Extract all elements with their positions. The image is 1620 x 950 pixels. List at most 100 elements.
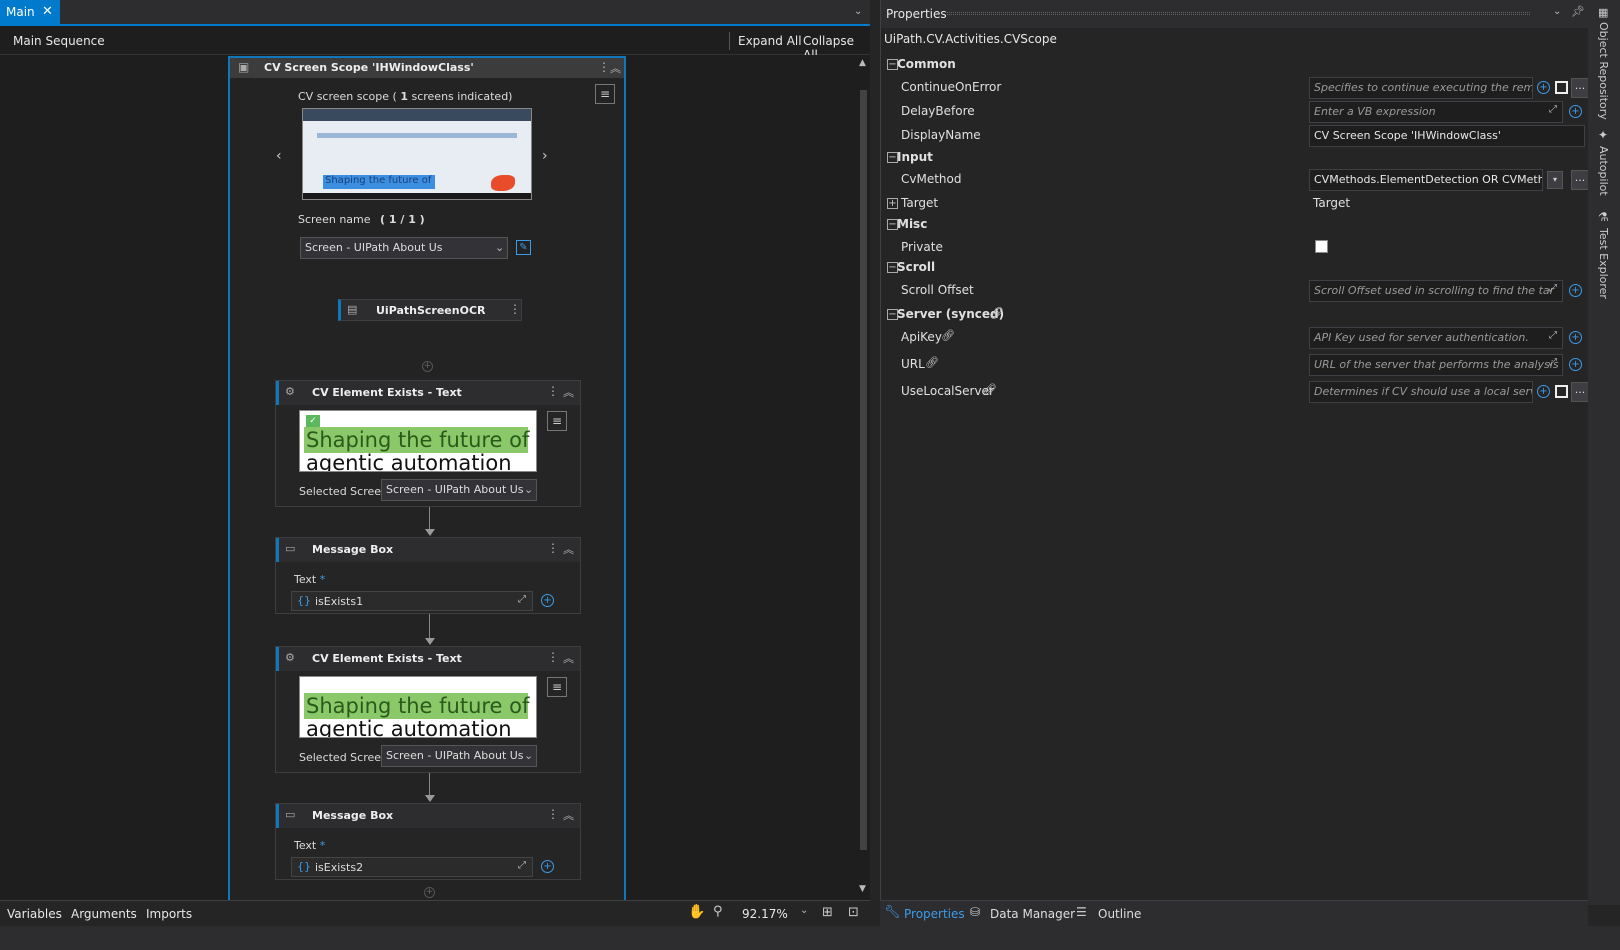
prop-display-name[interactable]: DisplayName CV Screen Scope 'IHWindowCla… <box>881 124 1589 148</box>
text-field[interactable]: {} isExists2 ⤢ <box>291 857 533 877</box>
selected-screen-select[interactable]: Screen - UIPath About Us ⌄ <box>381 745 537 767</box>
canvas-scrollbar[interactable]: ▲ ▼ <box>857 56 870 900</box>
hand-icon[interactable]: ✋ <box>688 904 705 920</box>
scroll-up-icon[interactable]: ▲ <box>859 58 866 68</box>
expand-plus-icon[interactable]: + <box>887 198 898 209</box>
prop-scroll-offset[interactable]: Scroll Offset Scroll Offset used in scro… <box>881 279 1589 303</box>
collapse-icon[interactable]: ︽ <box>563 541 574 557</box>
properties-tab[interactable]: Properties <box>904 907 965 921</box>
target-preview[interactable]: Shaping the future of agentic automation <box>299 676 537 738</box>
prop-delay-before[interactable]: DelayBefore Enter a VB expression ⤢ + <box>881 100 1589 124</box>
category-input[interactable]: − Input <box>881 146 1589 170</box>
object-repository-tab[interactable]: Object Repository <box>1597 22 1610 120</box>
edit-icon[interactable]: ✎ <box>516 240 531 255</box>
ocr-engine-activity[interactable]: ▤ UiPathScreenOCR ⋮ <box>338 299 522 321</box>
checkbox[interactable] <box>1555 385 1568 398</box>
prop-continue-on-error[interactable]: ContinueOnError Specifies to continue ex… <box>881 76 1589 100</box>
add-activity-icon[interactable]: + <box>424 887 435 898</box>
collapse-icon[interactable]: ︽ <box>610 60 621 76</box>
arguments-tab[interactable]: Arguments <box>71 907 137 921</box>
close-icon[interactable]: ✕ <box>42 4 53 19</box>
message-box-activity[interactable]: ▭ Message Box ⋮ ︽ Text * {} isExists1 ⤢ … <box>275 537 581 614</box>
cv-element-exists-activity[interactable]: ⚙ CV Element Exists - Text ⋮ ︽ Shaping t… <box>275 646 581 773</box>
activity-header[interactable]: ▭ Message Box ⋮ ︽ <box>276 804 580 828</box>
expand-icon[interactable]: ⤢ <box>1549 104 1557 115</box>
expand-all-button[interactable]: Expand All <box>738 34 802 48</box>
activity-header[interactable]: ⚙ CV Element Exists - Text ⋮ ︽ <box>276 381 580 405</box>
plus-icon[interactable]: + <box>1569 105 1582 118</box>
checkbox[interactable] <box>1555 81 1568 94</box>
tab-main[interactable]: Main ✕ <box>0 0 60 24</box>
plus-icon[interactable]: + <box>1537 81 1550 94</box>
display-name-input[interactable]: CV Screen Scope 'IHWindowClass' <box>1309 125 1585 147</box>
plus-icon[interactable]: + <box>541 594 554 607</box>
more-icon[interactable]: ⋮ <box>547 807 559 821</box>
prop-cv-method[interactable]: CvMethod CVMethods.ElementDetection OR C… <box>881 168 1589 192</box>
more-button[interactable]: ... <box>1571 170 1589 190</box>
expand-icon[interactable]: ⤢ <box>1549 357 1557 368</box>
chevron-left-icon[interactable]: ‹ <box>276 148 282 164</box>
scrollbar-thumb[interactable] <box>860 90 867 850</box>
menu-icon[interactable]: ≡ <box>547 677 567 697</box>
expand-icon[interactable]: ⤢ <box>518 860 526 871</box>
plus-icon[interactable]: + <box>1537 385 1550 398</box>
add-activity-icon[interactable]: + <box>422 361 433 372</box>
pin-icon[interactable]: 📌︎ <box>1571 5 1585 18</box>
category-misc[interactable]: − Misc <box>881 213 1589 237</box>
target-preview[interactable]: ✓ Shaping the future of agentic automati… <box>299 410 537 472</box>
fit-screen-icon[interactable]: ⊞ <box>822 905 833 920</box>
api-key-input[interactable]: API Key used for server authentication. <box>1309 327 1563 349</box>
more-icon[interactable]: ⋮ <box>547 384 559 398</box>
category-scroll[interactable]: − Scroll <box>881 256 1589 280</box>
selected-screen-select[interactable]: Screen - UIPath About Us ⌄ <box>381 479 537 501</box>
message-box-activity[interactable]: ▭ Message Box ⋮ ︽ Text * {} isExists2 ⤢ … <box>275 803 581 880</box>
imports-tab[interactable]: Imports <box>146 907 192 921</box>
plus-icon[interactable]: + <box>1569 331 1582 344</box>
activity-header[interactable]: ▭ Message Box ⋮ ︽ <box>276 538 580 562</box>
plus-icon[interactable]: + <box>1569 284 1582 297</box>
expand-icon[interactable]: ⤢ <box>1549 330 1557 341</box>
prop-url[interactable]: URL 🔗︎ URL of the server that performs t… <box>881 353 1589 377</box>
chevron-down-icon[interactable]: ⌄ <box>854 6 862 17</box>
category-common[interactable]: − Common <box>881 53 1589 77</box>
expand-icon[interactable]: ⤢ <box>1549 283 1557 294</box>
prop-use-local-server[interactable]: UseLocalServer 🔗︎ Determines if CV shoul… <box>881 380 1589 404</box>
cv-method-input[interactable]: CVMethods.ElementDetection OR CVMeth <box>1309 169 1543 191</box>
test-explorer-tab[interactable]: Test Explorer <box>1597 228 1610 299</box>
plus-icon[interactable]: + <box>541 860 554 873</box>
url-input[interactable]: URL of the server that performs the anal… <box>1309 354 1563 376</box>
private-checkbox[interactable] <box>1315 240 1328 253</box>
chevron-down-icon[interactable]: ⌄ <box>800 905 808 916</box>
chevron-right-icon[interactable]: › <box>542 148 548 164</box>
overview-icon[interactable]: ⊡ <box>848 905 859 920</box>
scroll-offset-input[interactable]: Scroll Offset used in scrolling to find … <box>1309 280 1563 302</box>
more-icon[interactable]: ⋮ <box>509 302 521 316</box>
variables-tab[interactable]: Variables <box>7 907 62 921</box>
screen-preview[interactable]: Shaping the future of <box>302 108 532 200</box>
autopilot-tab[interactable]: Autopilot <box>1597 146 1610 196</box>
dropdown-icon[interactable]: ▾ <box>1547 171 1563 189</box>
menu-icon[interactable]: ≡ <box>547 411 567 431</box>
cv-element-exists-activity[interactable]: ⚙ CV Element Exists - Text ⋮ ︽ ✓ Shaping… <box>275 380 581 507</box>
collapse-icon[interactable]: ︽ <box>563 807 574 823</box>
prop-api-key[interactable]: ApiKey 🔗︎ API Key used for server authen… <box>881 326 1589 350</box>
more-icon[interactable]: ⋮ <box>547 650 559 664</box>
chevron-down-icon[interactable]: ⌄ <box>1553 6 1561 17</box>
plus-icon[interactable]: + <box>1569 358 1582 371</box>
delay-before-input[interactable]: Enter a VB expression <box>1309 101 1563 123</box>
category-server[interactable]: − Server (synced) 🔗︎ <box>881 303 1589 327</box>
activity-header[interactable]: ⚙ CV Element Exists - Text ⋮ ︽ <box>276 647 580 671</box>
screen-select[interactable]: Screen - UIPath About Us ⌄ <box>300 237 508 259</box>
zoom-icon[interactable]: ⚲ <box>713 904 723 919</box>
cv-screen-scope[interactable]: ▣ CV Screen Scope 'IHWindowClass' ⋮ ︽ CV… <box>228 56 626 901</box>
more-button[interactable]: ... <box>1571 78 1589 98</box>
collapse-icon[interactable]: ︽ <box>563 384 574 400</box>
scope-header[interactable]: ▣ CV Screen Scope 'IHWindowClass' ⋮ ︽ <box>230 56 624 78</box>
text-field[interactable]: {} isExists1 ⤢ <box>291 591 533 611</box>
data-manager-tab[interactable]: Data Manager <box>990 907 1075 921</box>
zoom-level[interactable]: 92.17% <box>742 907 788 921</box>
use-local-server-input[interactable]: Determines if CV should use a local serv <box>1309 381 1533 403</box>
outline-tab[interactable]: Outline <box>1098 907 1141 921</box>
continue-on-error-input[interactable]: Specifies to continue executing the remc <box>1309 77 1533 99</box>
collapse-icon[interactable]: ︽ <box>563 650 574 666</box>
